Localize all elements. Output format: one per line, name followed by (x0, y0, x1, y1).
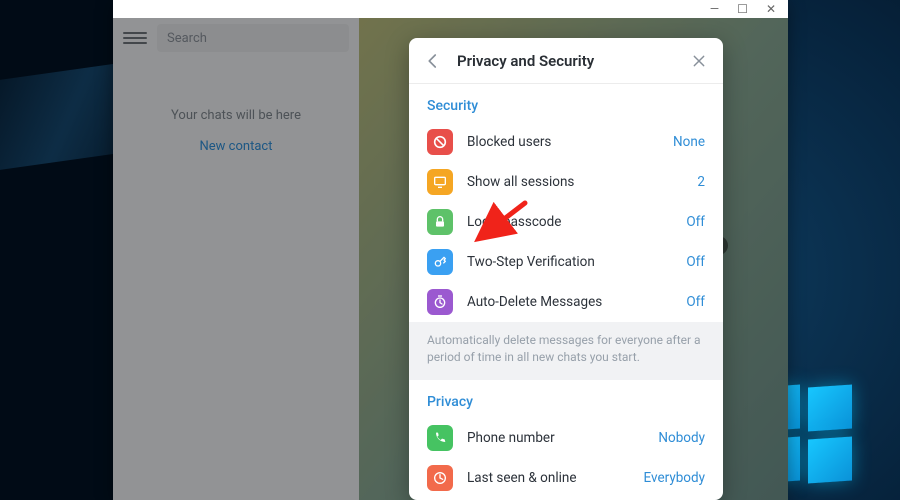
row-label: Two-Step Verification (467, 254, 672, 270)
clock-icon (427, 465, 453, 491)
window-close-button[interactable]: ✕ (766, 2, 776, 16)
row-label: Blocked users (467, 134, 659, 150)
row-last-seen[interactable]: Last seen & online Everybody (409, 458, 723, 498)
section-title-privacy: Privacy (409, 380, 723, 418)
lock-icon (427, 209, 453, 235)
close-icon[interactable] (689, 51, 709, 71)
back-icon[interactable] (423, 51, 443, 71)
row-show-sessions[interactable]: Show all sessions 2 (409, 162, 723, 202)
section-hint: Automatically delete messages for everyo… (409, 322, 723, 380)
row-two-step-verification[interactable]: Two-Step Verification Off (409, 242, 723, 282)
section-title-security: Security (409, 84, 723, 122)
monitor-icon (427, 169, 453, 195)
timer-icon (427, 289, 453, 315)
row-value: Nobody (658, 430, 705, 446)
modal-body[interactable]: Security Blocked users None Show all ses… (409, 84, 723, 500)
block-icon (427, 129, 453, 155)
row-value: None (673, 134, 705, 150)
window-minimize-button[interactable]: — (710, 2, 719, 16)
row-auto-delete[interactable]: Auto-Delete Messages Off (409, 282, 723, 322)
phone-icon (427, 425, 453, 451)
modal-title: Privacy and Security (457, 52, 675, 70)
row-label: Auto-Delete Messages (467, 294, 672, 310)
key-icon (427, 249, 453, 275)
row-value: Off (686, 214, 705, 230)
row-label: Local passcode (467, 214, 672, 230)
app-window: — ☐ ✕ Search Your chats will be here New… (113, 0, 788, 500)
window-maximize-button[interactable]: ☐ (737, 2, 748, 16)
row-value: Everybody (644, 470, 705, 486)
row-value: 2 (697, 174, 705, 190)
row-label: Last seen & online (467, 470, 630, 486)
row-phone-number[interactable]: Phone number Nobody (409, 418, 723, 458)
privacy-security-modal: Privacy and Security Security Blocked us… (409, 38, 723, 500)
row-label: Show all sessions (467, 174, 683, 190)
row-value: Off (686, 254, 705, 270)
row-label: Phone number (467, 430, 644, 446)
row-value: Off (686, 294, 705, 310)
row-blocked-users[interactable]: Blocked users None (409, 122, 723, 162)
row-local-passcode[interactable]: Local passcode Off (409, 202, 723, 242)
window-titlebar: — ☐ ✕ (113, 0, 788, 18)
